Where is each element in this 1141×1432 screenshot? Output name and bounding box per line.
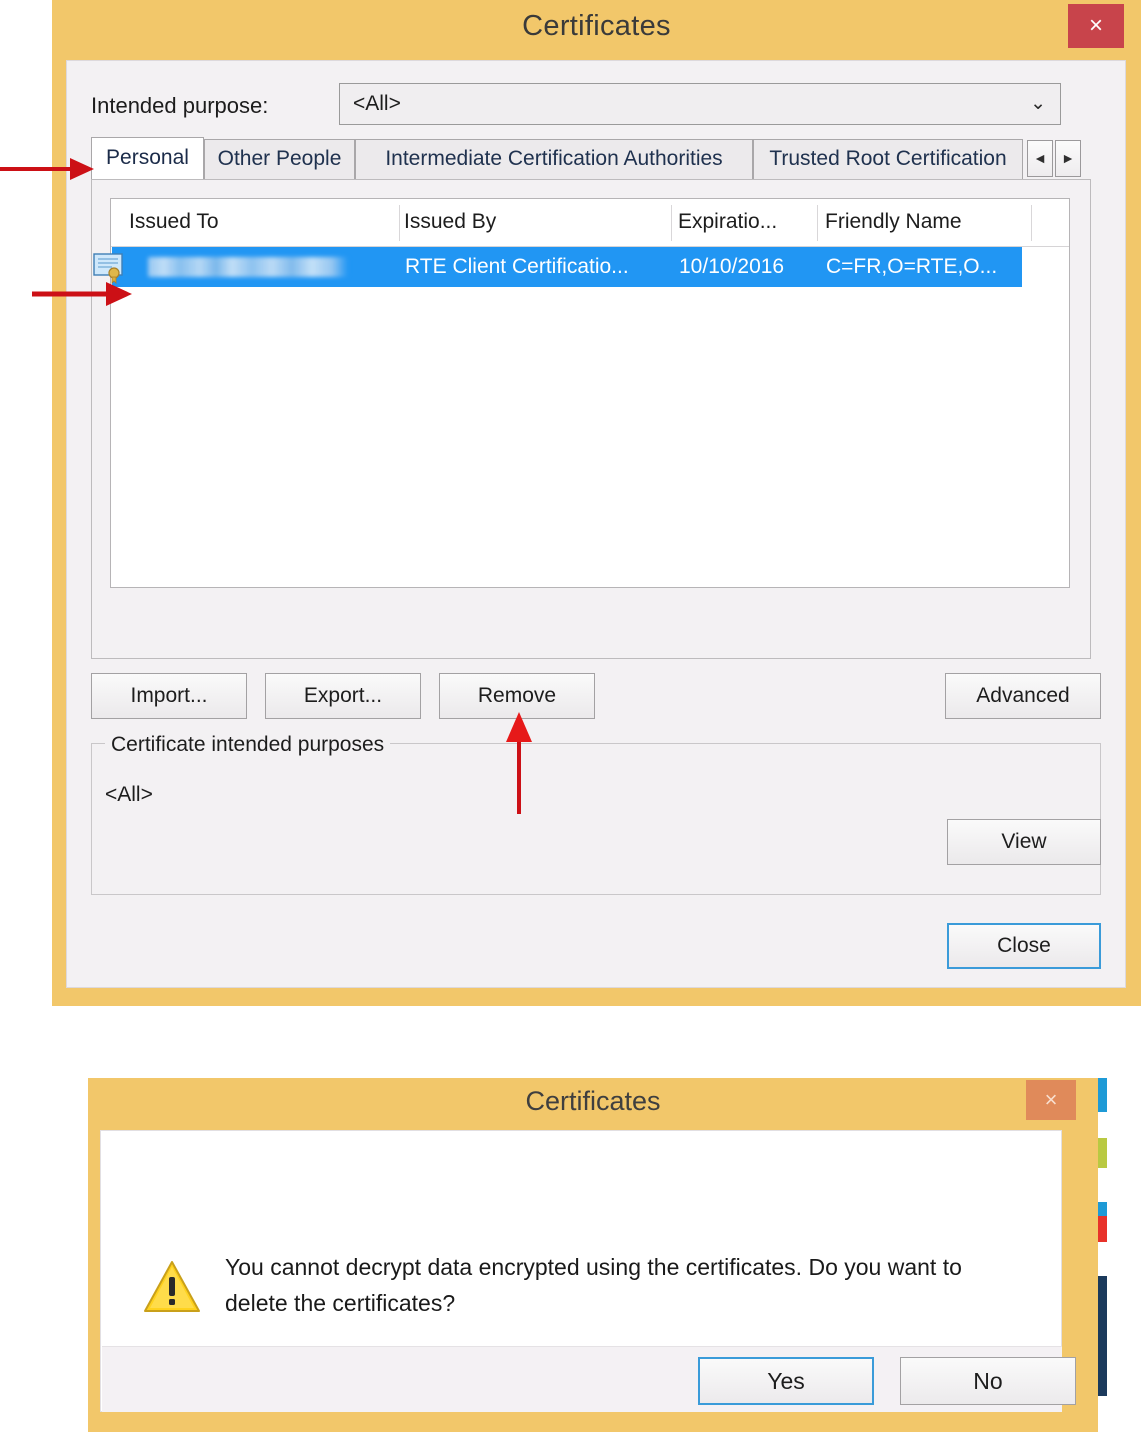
export-button[interactable]: Export... xyxy=(265,673,421,719)
background-segment xyxy=(1097,1112,1107,1138)
background-segment xyxy=(1097,1202,1107,1216)
column-header-expiration[interactable]: Expiratio... xyxy=(678,210,777,234)
dialog-title: Certificates xyxy=(525,1086,661,1116)
tab-page-personal: Issued To Issued By Expiratio... Friendl… xyxy=(91,179,1091,659)
no-button[interactable]: No xyxy=(900,1357,1076,1405)
background-segment xyxy=(1097,1276,1107,1396)
issued-to-redacted-value xyxy=(148,257,348,277)
column-header-issued-by[interactable]: Issued By xyxy=(404,210,496,234)
confirm-body: You cannot decrypt data encrypted using … xyxy=(100,1130,1076,1412)
column-divider[interactable] xyxy=(817,205,818,241)
intended-purpose-value: <All> xyxy=(353,92,401,115)
remove-button[interactable]: Remove xyxy=(439,673,595,719)
background-page-strip xyxy=(1097,1078,1107,1432)
intended-purposes-value: <All> xyxy=(105,783,153,806)
warning-triangle-icon xyxy=(144,1261,200,1312)
cell-issued-by: RTE Client Certificatio... xyxy=(405,255,629,278)
tab-scroll-right-icon[interactable]: ► xyxy=(1055,140,1081,177)
view-button[interactable]: View xyxy=(947,819,1101,865)
background-segment xyxy=(1097,1396,1107,1432)
table-row[interactable]: RTE Client Certificatio... 10/10/2016 C=… xyxy=(93,247,1022,287)
yes-button[interactable]: Yes xyxy=(698,1357,874,1405)
confirm-delete-dialog: Certificates × You cannot decrypt data e… xyxy=(88,1078,1098,1432)
intended-purpose-label: Intended purpose: xyxy=(91,93,269,118)
tab-trusted-root-certification[interactable]: Trusted Root Certification xyxy=(753,139,1023,179)
tab-personal[interactable]: Personal xyxy=(91,137,204,179)
close-icon[interactable]: × xyxy=(1026,1080,1076,1120)
cell-expiration: 10/10/2016 xyxy=(679,255,785,278)
certificates-window: Certificates × Intended purpose: <All> ⌄… xyxy=(52,0,1141,1006)
column-header-friendly-name[interactable]: Friendly Name xyxy=(825,210,962,234)
confirm-titlebar: Certificates × xyxy=(88,1078,1098,1130)
close-icon[interactable]: × xyxy=(1068,4,1124,48)
background-segment xyxy=(1097,1216,1107,1242)
certificates-titlebar: Certificates × xyxy=(52,0,1141,60)
list-header: Issued To Issued By Expiratio... Friendl… xyxy=(111,199,1069,247)
background-segment xyxy=(1097,1242,1107,1276)
tabstrip: Personal Other People Intermediate Certi… xyxy=(91,137,1091,179)
dialog-message: You cannot decrypt data encrypted using … xyxy=(225,1254,962,1316)
window-title: Certificates xyxy=(522,10,671,42)
chevron-down-icon: ⌄ xyxy=(1030,93,1046,114)
cell-friendly-name: C=FR,O=RTE,O... xyxy=(826,255,998,278)
column-divider[interactable] xyxy=(399,205,400,241)
import-button[interactable]: Import... xyxy=(91,673,247,719)
tab-other-people[interactable]: Other People xyxy=(204,139,355,179)
column-divider[interactable] xyxy=(1031,205,1032,241)
intended-purpose-select[interactable]: <All> ⌄ xyxy=(339,83,1061,125)
column-divider[interactable] xyxy=(671,205,672,241)
group-legend: Certificate intended purposes xyxy=(105,733,391,757)
certificate-list[interactable]: Issued To Issued By Expiratio... Friendl… xyxy=(93,198,1070,588)
background-segment xyxy=(1097,1168,1107,1202)
background-segment xyxy=(1097,1078,1107,1112)
dialog-footer: Yes No xyxy=(102,1346,1076,1412)
tab-intermediate-certification-authorities[interactable]: Intermediate Certification Authorities xyxy=(355,139,753,179)
close-button[interactable]: Close xyxy=(947,923,1101,969)
certificates-body: Intended purpose: <All> ⌄ Personal Other… xyxy=(66,60,1126,988)
certificate-icon xyxy=(93,253,123,284)
background-segment xyxy=(1097,1138,1107,1168)
advanced-button[interactable]: Advanced xyxy=(945,673,1101,719)
tab-scroll-left-icon[interactable]: ◄ xyxy=(1027,140,1053,177)
column-header-issued-to[interactable]: Issued To xyxy=(129,210,219,234)
